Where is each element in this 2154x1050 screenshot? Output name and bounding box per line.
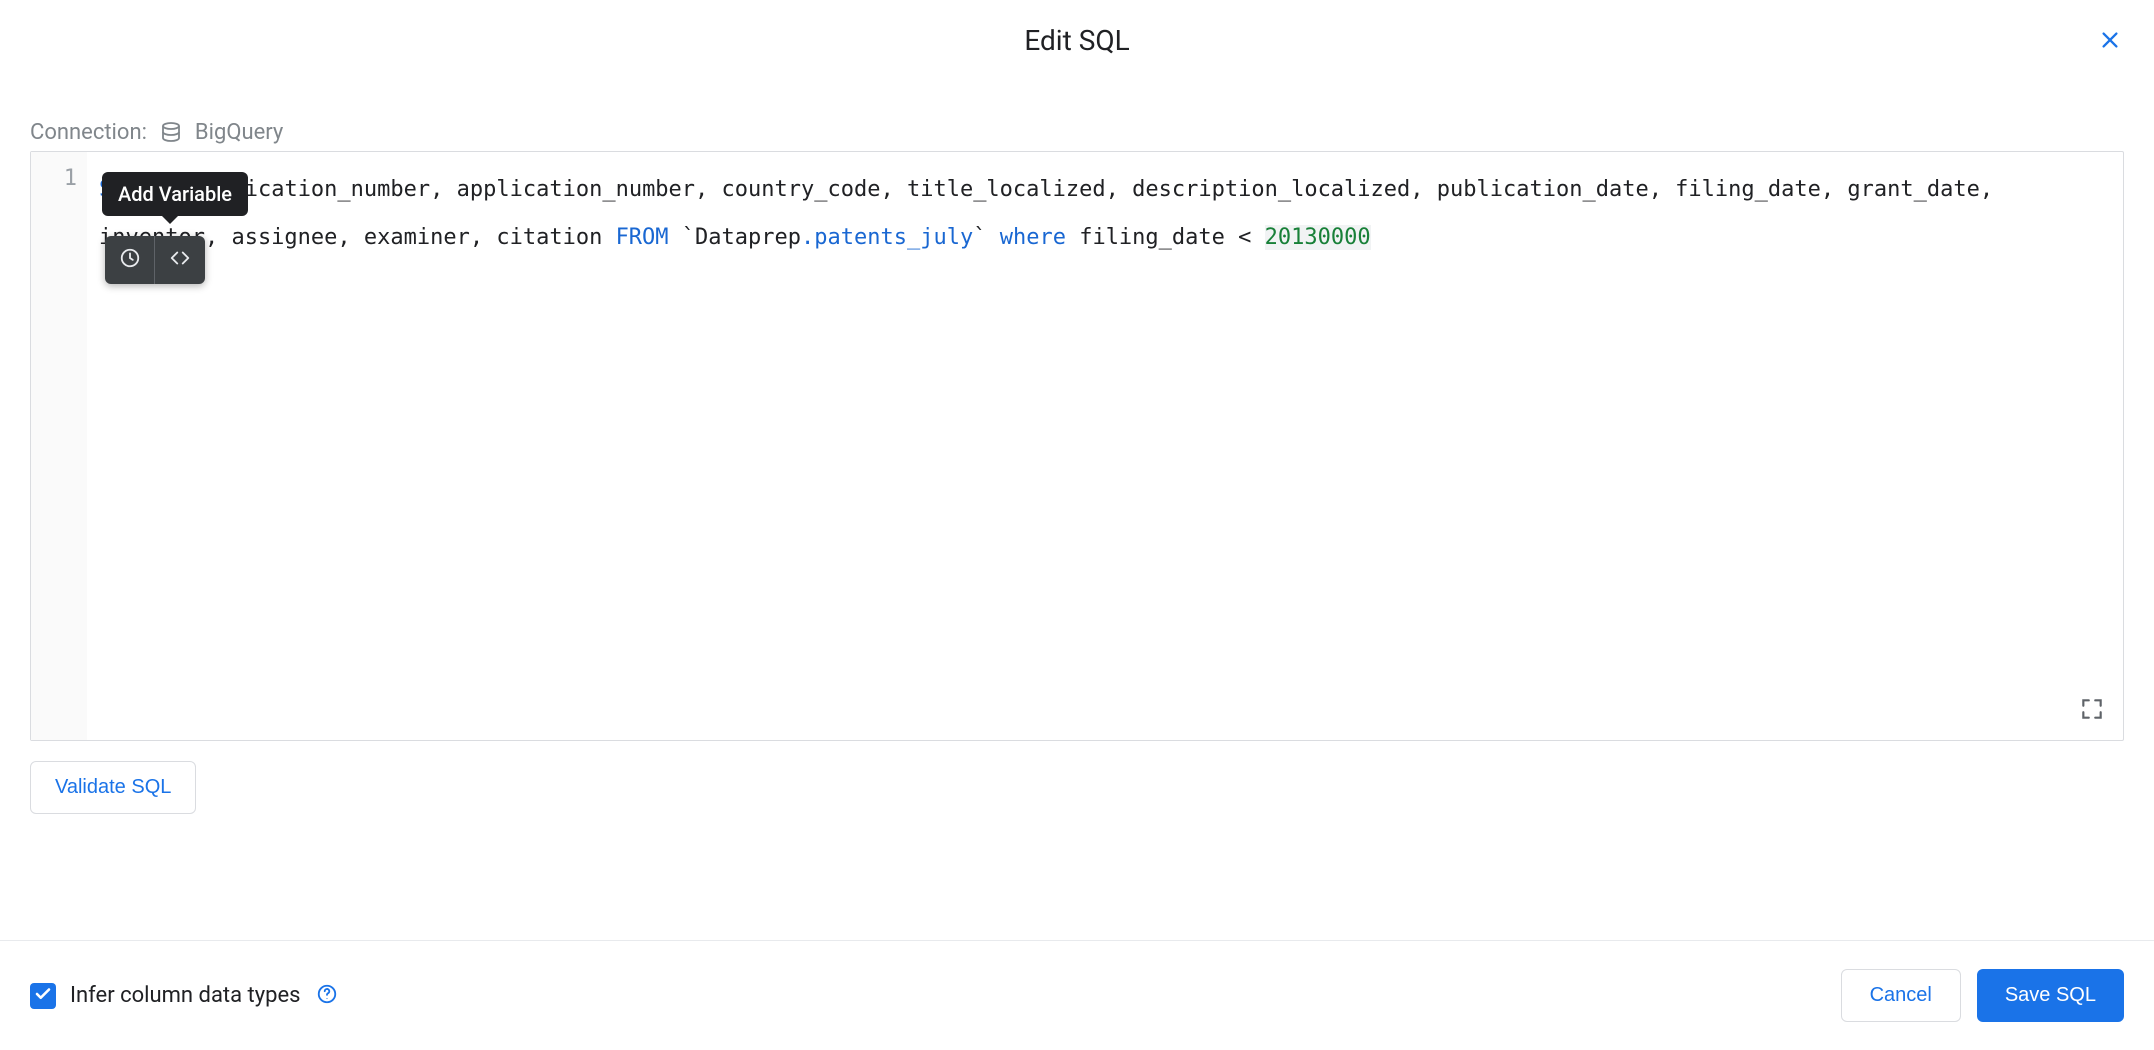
infer-types-checkbox[interactable] xyxy=(30,983,56,1009)
validate-sql-button[interactable]: Validate SQL xyxy=(30,761,196,814)
infer-types-help[interactable] xyxy=(315,984,339,1008)
check-icon xyxy=(34,985,52,1007)
footer-right: Cancel Save SQL xyxy=(1841,969,2124,1022)
modal-content: Connection: BigQuery 1 SELECT publicatio… xyxy=(0,120,2154,814)
clock-icon xyxy=(119,247,141,273)
close-button[interactable] xyxy=(2096,28,2124,56)
modal-header: Edit SQL xyxy=(0,0,2154,80)
modal-footer: Infer column data types Cancel Save SQL xyxy=(0,940,2154,1050)
sql-condition: filing_date < xyxy=(1066,225,1265,250)
sql-db: Dataprep xyxy=(695,225,801,250)
code-variable-button[interactable] xyxy=(155,236,205,284)
infer-types-label: Infer column data types xyxy=(70,983,301,1008)
connection-name: BigQuery xyxy=(195,120,283,145)
sql-number: 20130000 xyxy=(1265,225,1371,250)
modal-title: Edit SQL xyxy=(1024,24,1129,57)
sql-keyword-where: where xyxy=(1000,225,1066,250)
timestamp-variable-button[interactable] xyxy=(105,236,155,284)
close-icon xyxy=(2099,29,2121,55)
sql-editor[interactable]: 1 SELECT publication_number, application… xyxy=(30,151,2124,741)
sql-table: patents_july xyxy=(814,225,973,250)
validate-row: Validate SQL xyxy=(30,761,2124,814)
line-number: 1 xyxy=(45,166,77,191)
cancel-button[interactable]: Cancel xyxy=(1841,969,1961,1022)
footer-left: Infer column data types xyxy=(30,983,339,1009)
connection-label: Connection: xyxy=(30,120,147,145)
editor-gutter: 1 xyxy=(31,152,87,740)
save-sql-button[interactable]: Save SQL xyxy=(1977,969,2124,1022)
code-area[interactable]: SELECT publication_number, application_n… xyxy=(87,152,2123,740)
fullscreen-icon xyxy=(2079,707,2105,726)
variable-toolbar xyxy=(105,236,205,284)
help-icon xyxy=(316,983,338,1009)
connection-row: Connection: BigQuery xyxy=(30,120,2124,145)
database-icon xyxy=(159,121,183,145)
sql-keyword-from: FROM xyxy=(616,225,669,250)
add-variable-tooltip: Add Variable xyxy=(102,172,248,216)
fullscreen-button[interactable] xyxy=(2079,696,2105,722)
code-icon xyxy=(169,247,191,273)
